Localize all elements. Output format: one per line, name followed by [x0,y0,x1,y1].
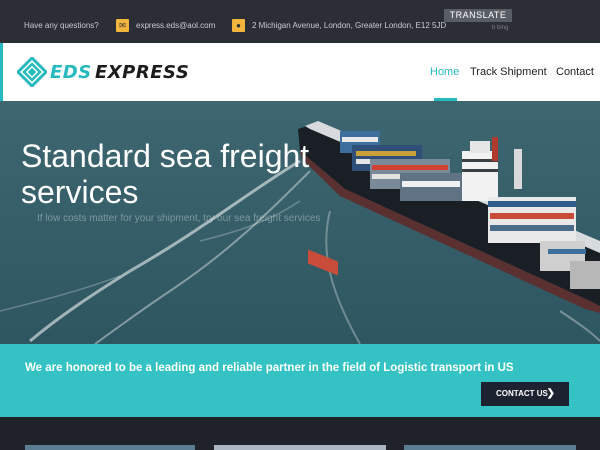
site-header: EDS EXPRESS Home Track Shipment Contact [0,43,600,101]
chevron-right-icon: ❯ [546,388,555,399]
header-accent-bar [0,43,3,101]
email-link[interactable]: express.eds@aol.com [136,21,215,30]
feature-card-image [404,445,576,450]
nav-home[interactable]: Home [430,66,459,78]
logo-text-express: EXPRESS [95,62,190,83]
nav-track-shipment[interactable]: Track Shipment [470,66,547,78]
envelope-icon: ✉ [116,19,129,32]
hero-section: Standard sea freight services If low cos… [0,101,600,344]
feature-card-image [25,445,195,450]
contact-us-button[interactable]: CONTACT US ❯ [481,382,569,406]
bing-attribution: b bing [492,25,509,31]
banner-text: We are honored to be a leading and relia… [25,362,514,374]
hero-title: Standard sea freight services [21,138,310,210]
feature-card-image [214,445,386,450]
address-text: 2 Michigan Avenue, London, Greater Londo… [252,21,447,30]
cta-banner: We are honored to be a leading and relia… [0,344,600,417]
map-pin-icon: ● [232,19,245,32]
nav-contact[interactable]: Contact [556,66,594,78]
features-section [0,417,600,450]
logo-diamond-icon [17,57,47,87]
translate-button[interactable]: TRANSLATE [444,9,512,22]
contact-us-label: CONTACT US [496,389,548,398]
top-info-bar: Have any questions? ✉ express.eds@aol.co… [0,0,600,43]
questions-label: Have any questions? [24,21,99,30]
logo-text-eds: EDS [50,62,92,83]
hero-subtitle: If low costs matter for your shipment, t… [37,213,321,224]
